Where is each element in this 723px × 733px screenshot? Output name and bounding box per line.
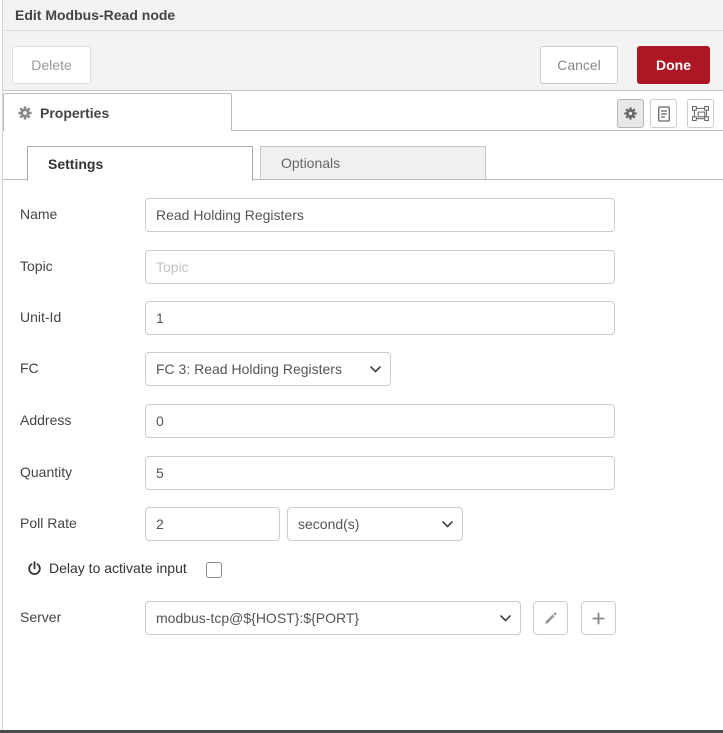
name-row: Name <box>0 198 723 233</box>
tray-left-border <box>2 0 3 730</box>
gear-icon <box>624 107 637 120</box>
dialog-title: Edit Modbus-Read node <box>15 7 176 23</box>
tab-properties[interactable]: Properties <box>3 93 232 131</box>
server-label: Server <box>20 609 62 625</box>
delay-checkbox[interactable] <box>205 562 222 578</box>
power-icon <box>27 560 42 576</box>
topic-row: Topic <box>0 250 723 285</box>
poll-rate-row: Poll Rate second(s) <box>0 507 723 542</box>
topic-input[interactable] <box>145 250 615 284</box>
quantity-input[interactable] <box>145 456 615 490</box>
plus-icon <box>592 611 605 625</box>
unit-id-input[interactable] <box>145 301 615 335</box>
chevron-down-icon <box>500 614 511 622</box>
address-input[interactable] <box>145 404 615 438</box>
document-icon <box>657 105 671 122</box>
appearance-icon-button[interactable] <box>687 99 714 128</box>
dialog-toolbar: Delete Cancel Done <box>0 31 723 91</box>
fc-select[interactable]: FC 3: Read Holding Registers <box>145 352 391 386</box>
name-input[interactable] <box>145 198 615 232</box>
poll-rate-label: Poll Rate <box>20 515 77 531</box>
dialog-titlebar: Edit Modbus-Read node <box>0 0 723 31</box>
quantity-row: Quantity <box>0 456 723 491</box>
address-row: Address <box>0 404 723 439</box>
quantity-label: Quantity <box>20 464 73 480</box>
properties-icon-button[interactable] <box>617 99 644 128</box>
settings-tab-label: Settings <box>48 156 104 172</box>
topic-label: Topic <box>20 258 53 274</box>
optionals-tab-label: Optionals <box>281 155 341 171</box>
fc-row: FC FC 3: Read Holding Registers <box>0 352 723 387</box>
delay-row: Delay to activate input <box>0 557 723 579</box>
tab-settings[interactable]: Settings <box>27 146 253 181</box>
edit-node-dialog: Edit Modbus-Read node Delete Cancel Done… <box>0 0 723 733</box>
server-edit-button[interactable] <box>533 601 568 635</box>
gear-icon <box>18 105 32 120</box>
poll-rate-unit-value: second(s) <box>298 516 360 532</box>
fc-selected-value: FC 3: Read Holding Registers <box>156 361 342 377</box>
name-label: Name <box>20 206 58 222</box>
object-group-icon <box>692 106 709 121</box>
description-icon-button[interactable] <box>650 99 677 128</box>
server-row: Server modbus-tcp@${HOST}:${PORT} <box>0 601 723 636</box>
delay-label: Delay to activate input <box>49 560 187 576</box>
poll-rate-input[interactable] <box>145 507 280 541</box>
poll-rate-unit-select[interactable]: second(s) <box>287 507 463 541</box>
chevron-down-icon <box>370 365 381 373</box>
delete-button[interactable]: Delete <box>12 46 91 84</box>
fc-label: FC <box>20 360 39 376</box>
properties-tab-label: Properties <box>40 104 110 121</box>
address-label: Address <box>20 412 72 428</box>
done-button[interactable]: Done <box>637 46 710 84</box>
server-add-button[interactable] <box>581 601 616 635</box>
server-selected-value: modbus-tcp@${HOST}:${PORT} <box>156 610 360 626</box>
unit-id-row: Unit-Id <box>0 301 723 336</box>
unit-id-label: Unit-Id <box>20 309 62 325</box>
chevron-down-icon <box>442 520 453 528</box>
pencil-icon <box>544 611 557 625</box>
server-select[interactable]: modbus-tcp@${HOST}:${PORT} <box>145 601 521 635</box>
tab-optionals[interactable]: Optionals <box>260 146 486 180</box>
cancel-button[interactable]: Cancel <box>540 46 618 84</box>
